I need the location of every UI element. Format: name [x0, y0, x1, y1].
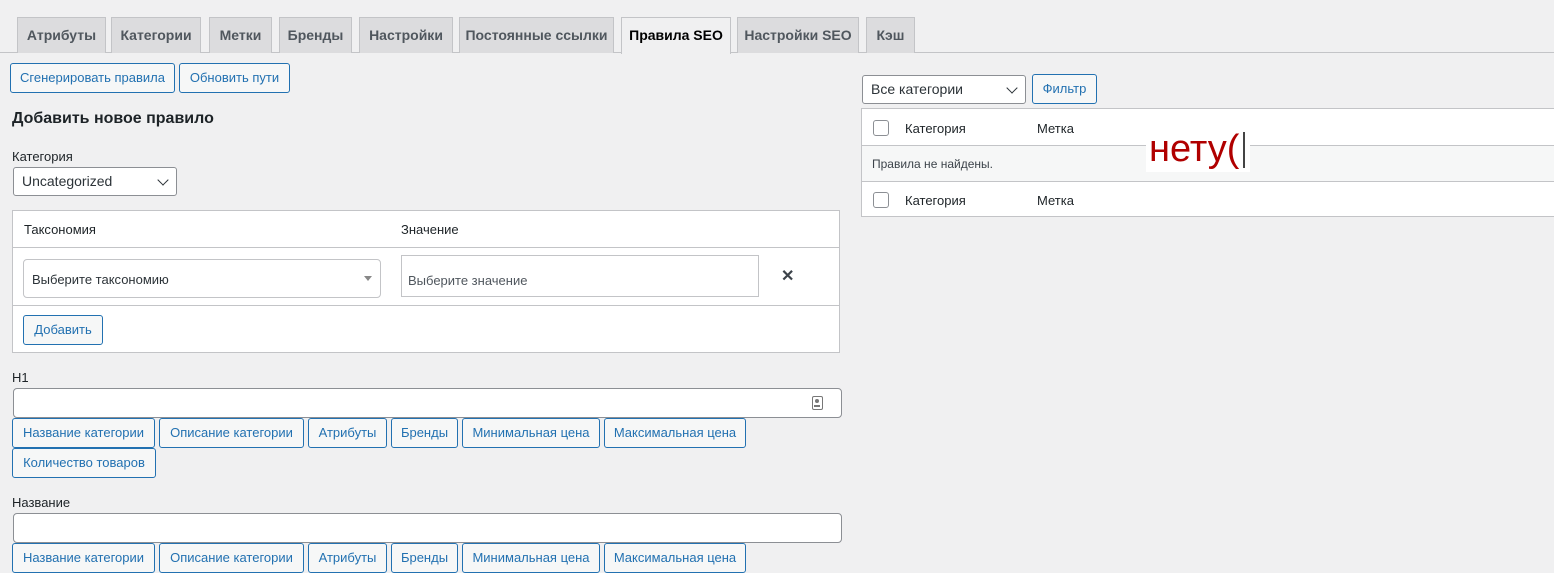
tab-permalinks[interactable]: Постоянные ссылки [459, 17, 614, 53]
column-footer-category[interactable]: Категория [905, 193, 966, 208]
category-filter-value: Все категории [871, 81, 963, 97]
chip-product-count[interactable]: Количество товаров [12, 448, 156, 478]
column-header-tag[interactable]: Метка [1037, 121, 1074, 136]
tab-seo-rules[interactable]: Правила SEO [621, 17, 731, 54]
h1-input[interactable] [13, 388, 842, 418]
tab-seo-settings[interactable]: Настройки SEO [737, 17, 859, 53]
value-input[interactable]: Выберите значение [401, 255, 759, 297]
tab-categories[interactable]: Категории [111, 17, 201, 53]
divider [862, 181, 1554, 182]
update-paths-button[interactable]: Обновить пути [179, 63, 290, 93]
divider [13, 247, 839, 248]
chip-category-description[interactable]: Описание категории [159, 543, 304, 573]
add-rule-title: Добавить новое правило [12, 110, 214, 127]
empty-message: Правила не найдены. [872, 157, 993, 171]
name-input[interactable] [13, 513, 842, 543]
taxonomy-select-placeholder: Выберите таксономию [32, 272, 169, 287]
tab-settings[interactable]: Настройки [359, 17, 453, 53]
remove-row-icon[interactable]: ✕ [781, 266, 794, 286]
text-cursor [1243, 132, 1245, 168]
chevron-down-icon [1006, 82, 1018, 94]
value-header: Значение [401, 222, 459, 237]
add-button[interactable]: Добавить [23, 315, 103, 345]
generate-rules-button[interactable]: Сгенерировать правила [10, 63, 175, 93]
tab-bar: Атрибуты Категории Метки Бренды Настройк… [0, 0, 1554, 54]
chip-attributes[interactable]: Атрибуты [308, 418, 387, 448]
column-header-category[interactable]: Категория [905, 121, 966, 136]
id-card-icon [812, 396, 823, 410]
category-select[interactable]: Uncategorized [13, 167, 177, 196]
chip-brands[interactable]: Бренды [391, 543, 458, 573]
column-footer-tag[interactable]: Метка [1037, 193, 1074, 208]
chip-max-price[interactable]: Максимальная цена [604, 543, 746, 573]
select-all-checkbox-footer[interactable] [873, 192, 889, 208]
taxonomy-select[interactable]: Выберите таксономию [23, 259, 381, 298]
chip-category-name[interactable]: Название категории [12, 418, 155, 448]
filter-button[interactable]: Фильтр [1032, 74, 1097, 104]
chip-brands[interactable]: Бренды [391, 418, 458, 448]
caret-down-icon [364, 276, 372, 281]
annotation-text: нету( [1146, 126, 1250, 172]
chip-min-price[interactable]: Минимальная цена [462, 543, 600, 573]
category-select-value: Uncategorized [22, 173, 113, 189]
tab-brands[interactable]: Бренды [279, 17, 352, 53]
category-label: Категория [12, 149, 73, 164]
chevron-down-icon [157, 174, 169, 186]
select-all-checkbox[interactable] [873, 120, 889, 136]
chip-category-name[interactable]: Название категории [12, 543, 155, 573]
divider [13, 305, 839, 306]
tab-cache[interactable]: Кэш [866, 17, 915, 53]
h1-label: H1 [12, 370, 29, 385]
taxonomy-panel: Таксономия Значение Выберите таксономию … [12, 210, 840, 353]
chip-attributes[interactable]: Атрибуты [308, 543, 387, 573]
chip-min-price[interactable]: Минимальная цена [462, 418, 600, 448]
tab-attributes[interactable]: Атрибуты [17, 17, 106, 53]
chip-category-description[interactable]: Описание категории [159, 418, 304, 448]
name-label: Название [12, 495, 71, 510]
value-input-placeholder: Выберите значение [408, 273, 528, 288]
taxonomy-header: Таксономия [24, 222, 96, 237]
category-filter-select[interactable]: Все категории [862, 75, 1026, 104]
chip-max-price[interactable]: Максимальная цена [604, 418, 746, 448]
tab-tags[interactable]: Метки [209, 17, 272, 53]
